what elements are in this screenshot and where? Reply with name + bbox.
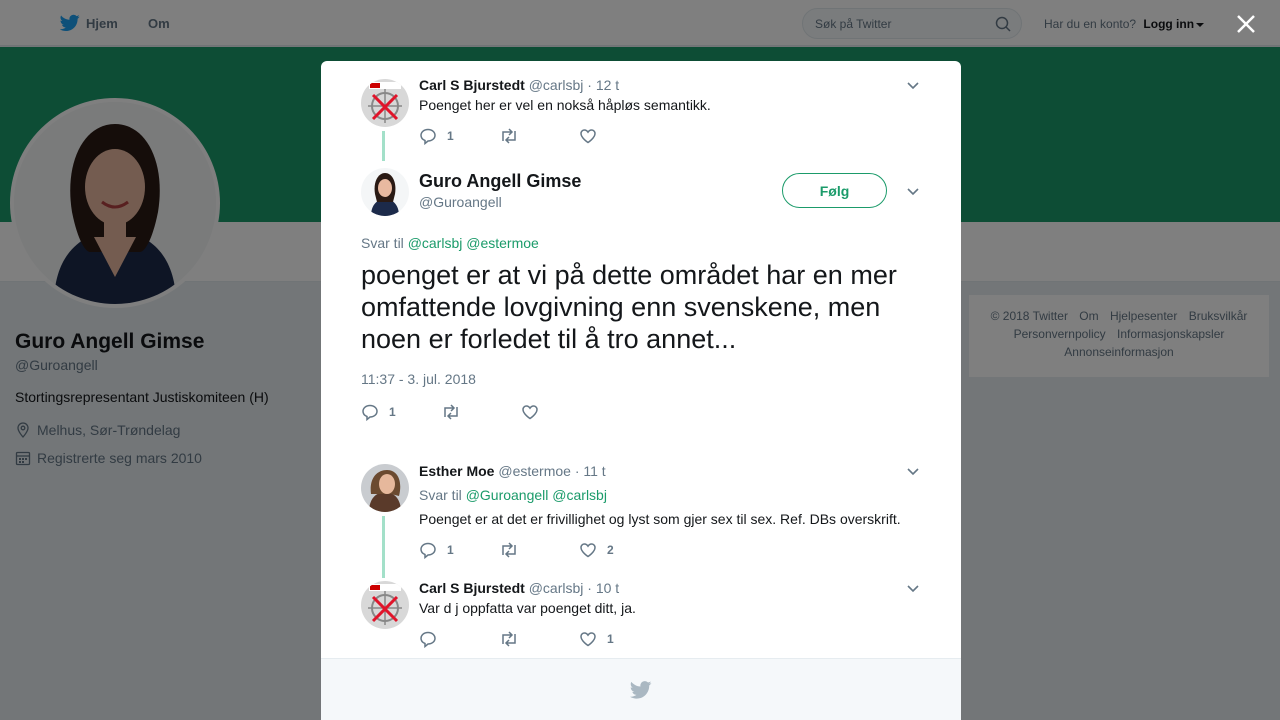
reply-mentions[interactable]: @carlsbj @estermoe [408,235,539,251]
reply-context: Svar til @Guroangell @carlsbj [419,487,607,503]
author-handle[interactable]: @Guroangell [419,194,502,210]
modal-footer [321,658,961,720]
retweet-icon [502,631,516,647]
avatar[interactable] [361,168,409,216]
reply-count: 1 [447,543,454,557]
author-name[interactable]: Carl S Bjurstedt [419,580,525,596]
heart-icon [580,543,596,558]
tweet-time[interactable]: · 10 t [587,580,619,596]
heart-icon [580,129,596,144]
main-tweet-text: poenget er at vi på dette området har en… [361,260,897,354]
tweet-text: Poenget er at det er frivillighet og lys… [419,511,901,527]
like-button[interactable] [521,403,601,421]
tweet-header: Esther Moe @estermoe · 11 t [419,463,606,479]
tweet-actions: 1 [419,629,659,649]
like-count: 2 [607,543,614,557]
guro-avatar-image [361,168,409,216]
reply-mentions[interactable]: @Guroangell @carlsbj [466,487,607,503]
retweet-button[interactable] [499,541,579,559]
chevron-down-icon[interactable] [905,183,921,199]
retweet-icon [502,542,516,558]
avatar[interactable] [361,581,409,629]
reply-prefix: Svar til [361,235,404,251]
reply-context: Svar til @carlsbj @estermoe [361,235,539,251]
reply-button[interactable]: 1 [419,541,499,559]
reply-button[interactable]: 1 [361,403,441,421]
avatar[interactable] [361,464,409,512]
author-handle[interactable]: @estermoe [498,463,571,479]
author-name[interactable]: Esther Moe [419,463,494,479]
retweet-icon [444,404,458,420]
reply-button[interactable] [419,630,499,648]
reply-count: 1 [389,405,396,419]
tweet-time[interactable]: · 11 t [575,463,606,479]
chevron-down-icon[interactable] [905,77,921,93]
twitter-bird-icon [630,680,652,699]
retweet-button[interactable] [499,630,579,648]
reply-icon [420,631,436,648]
author-handle[interactable]: @carlsbj [529,580,584,596]
avatar[interactable] [361,79,409,127]
author-handle[interactable]: @carlsbj [529,77,584,93]
retweet-button[interactable] [499,127,579,145]
follow-button[interactable]: Følg [782,173,887,208]
thread-connector [382,131,385,161]
carl-avatar-image [361,581,409,629]
like-count: 1 [607,632,614,646]
author-name[interactable]: Guro Angell Gimse [419,171,581,192]
author-name[interactable]: Carl S Bjurstedt [419,77,525,93]
esther-avatar-image [361,464,409,512]
carl-avatar-image [361,79,409,127]
heart-icon [580,632,596,647]
tweet-header: Carl S Bjurstedt @carlsbj · 10 t [419,580,619,596]
reply-count: 1 [447,129,454,143]
retweet-icon [502,128,516,144]
heart-icon [522,405,538,420]
tweet-timestamp[interactable]: 11:37 - 3. jul. 2018 [361,371,476,387]
like-button[interactable]: 1 [579,630,659,648]
thread-connector [382,516,385,578]
tweet-time[interactable]: · 12 t [587,77,619,93]
like-button[interactable] [579,127,659,145]
like-button[interactable]: 2 [579,541,659,559]
reply-icon [362,404,378,421]
close-icon[interactable] [1234,12,1258,36]
tweet-header: Carl S Bjurstedt @carlsbj · 12 t [419,77,619,93]
tweet-text: Poenget her er vel en nokså håpløs seman… [419,97,711,113]
reply-icon [420,542,436,559]
reply-icon [420,128,436,145]
chevron-down-icon[interactable] [905,580,921,596]
reply-button[interactable]: 1 [419,127,499,145]
chevron-down-icon[interactable] [905,463,921,479]
tweet-actions: 1 [419,126,659,146]
tweet-text: Var d j oppfatta var poenget ditt, ja. [419,600,636,616]
reply-prefix: Svar til [419,487,462,503]
tweet-actions: 1 [361,402,601,422]
tweet-detail-modal: Carl S Bjurstedt @carlsbj · 12 t Poenget… [321,61,961,720]
retweet-button[interactable] [441,403,521,421]
tweet-actions: 1 2 [419,540,659,560]
